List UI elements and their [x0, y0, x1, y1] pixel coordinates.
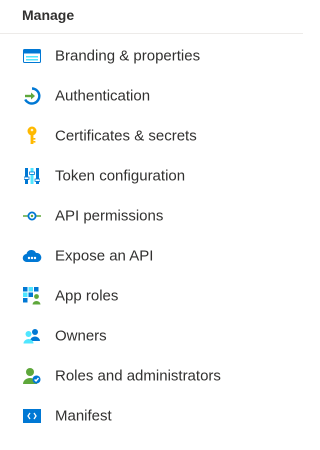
nav-item-certificates-secrets[interactable]: Certificates & secrets — [0, 116, 303, 156]
cloud-icon — [22, 246, 42, 266]
nav-item-branding-properties[interactable]: Branding & properties — [0, 36, 303, 76]
branding-window-icon — [22, 46, 42, 66]
token-bars-icon — [22, 166, 42, 186]
api-permissions-icon — [22, 206, 42, 226]
manage-nav: Branding & properties Authentication Cer… — [0, 36, 303, 436]
grid-users-icon — [22, 286, 42, 306]
nav-item-expose-api[interactable]: Expose an API — [0, 236, 303, 276]
nav-item-label: API permissions — [55, 207, 164, 225]
nav-item-app-roles[interactable]: App roles — [0, 276, 303, 316]
nav-item-authentication[interactable]: Authentication — [0, 76, 303, 116]
nav-item-manifest[interactable]: Manifest — [0, 396, 303, 436]
nav-item-roles-administrators[interactable]: Roles and administrators — [0, 356, 303, 396]
nav-item-label: Expose an API — [55, 247, 154, 265]
owners-users-icon — [22, 326, 42, 346]
manage-panel: Manage Branding & properties Authenticat… — [0, 0, 303, 450]
nav-item-label: Manifest — [55, 407, 112, 425]
nav-item-api-permissions[interactable]: API permissions — [0, 196, 303, 236]
nav-item-label: Branding & properties — [55, 47, 201, 65]
nav-item-label: App roles — [55, 287, 119, 305]
manifest-code-icon — [22, 406, 42, 426]
nav-item-label: Owners — [55, 327, 107, 345]
nav-item-label: Certificates & secrets — [55, 127, 197, 145]
section-header-manage: Manage — [22, 7, 75, 23]
section-divider — [0, 33, 303, 34]
nav-item-owners[interactable]: Owners — [0, 316, 303, 356]
nav-item-label: Authentication — [55, 87, 151, 105]
authentication-arrow-icon — [22, 86, 42, 106]
nav-item-token-configuration[interactable]: Token configuration — [0, 156, 303, 196]
nav-item-label: Token configuration — [55, 167, 186, 185]
nav-item-label: Roles and administrators — [55, 367, 221, 385]
admin-user-icon — [22, 366, 42, 386]
key-icon — [22, 126, 42, 146]
